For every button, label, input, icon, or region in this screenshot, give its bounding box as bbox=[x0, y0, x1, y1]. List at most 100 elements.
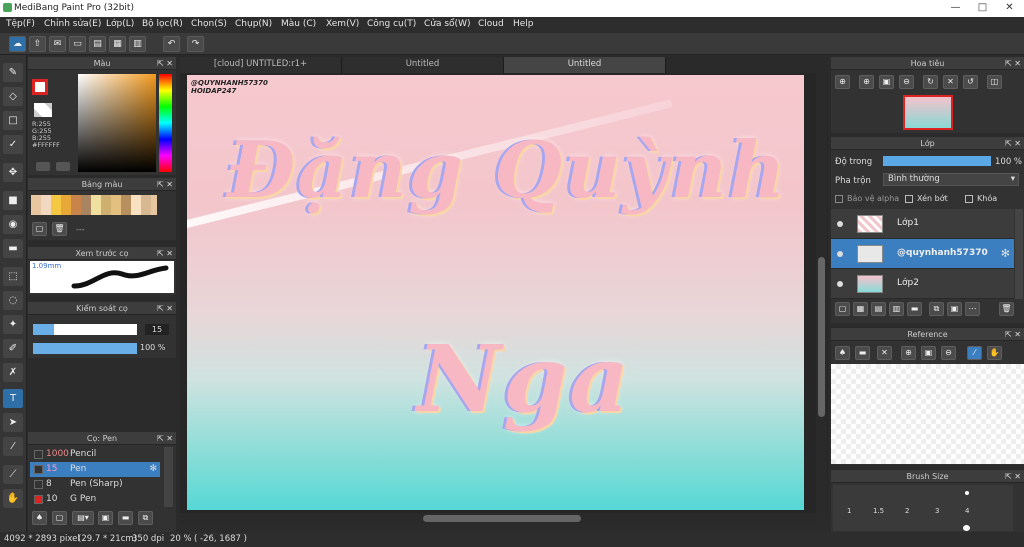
reference-close-icon[interactable]: ✕ bbox=[877, 346, 892, 360]
eyedropper-tool-icon[interactable]: ⁄ bbox=[3, 437, 23, 456]
layer-list-scrollbar[interactable] bbox=[1015, 209, 1023, 299]
brush-size-1[interactable]: 1 bbox=[847, 507, 851, 515]
reference-fit-icon[interactable]: ▣ bbox=[921, 346, 936, 360]
saturation-value-picker[interactable] bbox=[78, 74, 156, 172]
zoom-in-small-icon[interactable]: ⊕ bbox=[859, 75, 874, 89]
rectangle-tool-icon[interactable]: □ bbox=[3, 111, 23, 130]
brush-size-3[interactable]: 3 bbox=[935, 507, 939, 515]
menu-view[interactable]: Xem(V) bbox=[326, 19, 359, 29]
magic-wand-tool-icon[interactable]: ✦ bbox=[3, 315, 23, 334]
undo-icon[interactable]: ↶ bbox=[163, 36, 180, 52]
transparent-swatch[interactable] bbox=[34, 103, 52, 117]
horizontal-scrollbar[interactable] bbox=[180, 513, 816, 524]
menu-cloud[interactable]: Cloud bbox=[478, 19, 504, 29]
vertical-scrollbar[interactable] bbox=[816, 73, 827, 513]
horizontal-scroll-thumb[interactable] bbox=[423, 515, 581, 522]
eye-icon[interactable] bbox=[837, 221, 843, 227]
layer-row[interactable]: @quynhanh57370 ✻ bbox=[831, 239, 1014, 269]
brush-size-grid[interactable]: 1 1.5 2 3 4 bbox=[833, 485, 1013, 531]
reference-zoom-out-icon[interactable]: ⊖ bbox=[941, 346, 956, 360]
reset-icon[interactable]: ✕ bbox=[943, 75, 958, 89]
grid-icon[interactable]: ▥ bbox=[129, 36, 146, 52]
pages-icon[interactable]: ▦ bbox=[109, 36, 126, 52]
panel-controls-icon[interactable]: ⇱ ✕ bbox=[1005, 57, 1021, 70]
reference-canvas[interactable] bbox=[831, 364, 1024, 464]
select-rect-tool-icon[interactable]: ⬚ bbox=[3, 267, 23, 286]
palette-delete-icon[interactable]: 🗑 bbox=[52, 222, 67, 236]
delete-layer-icon[interactable]: 🗑 bbox=[999, 302, 1014, 316]
brush-item-pencil[interactable]: 1000 Pencil bbox=[30, 447, 160, 462]
panel-controls-icon[interactable]: ⇱ ✕ bbox=[157, 302, 173, 315]
menu-filter[interactable]: Bộ lọc(R) bbox=[142, 19, 183, 29]
eraser-tool-icon[interactable]: ◇ bbox=[3, 87, 23, 106]
layer-menu-icon[interactable]: ⋯ bbox=[965, 302, 980, 316]
blend-mode-select[interactable]: Bình thường ▾ bbox=[883, 173, 1019, 186]
merge-layer-icon[interactable]: ▣ bbox=[947, 302, 962, 316]
reference-open-cloud-icon[interactable]: ♠ bbox=[835, 346, 850, 360]
vertical-scroll-thumb[interactable] bbox=[818, 257, 825, 417]
eye-icon[interactable] bbox=[837, 251, 843, 257]
flip-icon[interactable]: ◫ bbox=[987, 75, 1002, 89]
reference-zoom-in-icon[interactable]: ⊕ bbox=[901, 346, 916, 360]
brush-size-4[interactable]: 4 bbox=[965, 507, 969, 515]
cloud-icon[interactable]: ☁ bbox=[9, 36, 26, 52]
bucket-tool-icon[interactable]: ◉ bbox=[3, 215, 23, 234]
panel-controls-icon[interactable]: ⇱ ✕ bbox=[157, 57, 173, 70]
hue-slider[interactable] bbox=[159, 74, 172, 172]
clipping-checkbox[interactable] bbox=[905, 195, 913, 203]
fill-rect-tool-icon[interactable]: ■ bbox=[3, 191, 23, 210]
navigator-thumbnail[interactable] bbox=[903, 95, 953, 130]
lasso-tool-icon[interactable]: ◌ bbox=[3, 291, 23, 310]
text-tool-icon[interactable]: T bbox=[3, 389, 23, 408]
layer-row[interactable]: Lớp1 bbox=[831, 209, 1014, 239]
comment-icon[interactable]: ✉ bbox=[49, 36, 66, 52]
panel-controls-icon[interactable]: ⇱ ✕ bbox=[1005, 137, 1021, 150]
brush-folder-icon[interactable]: ▬ bbox=[118, 511, 133, 525]
menu-layer[interactable]: Lớp(L) bbox=[106, 19, 134, 29]
palette-swatches[interactable] bbox=[31, 195, 157, 215]
brush-list-scrollbar[interactable] bbox=[164, 447, 173, 507]
menu-tools[interactable]: Công cụ(T) bbox=[367, 19, 416, 29]
protect-alpha-checkbox[interactable] bbox=[835, 195, 843, 203]
page-icon[interactable]: ▤ bbox=[89, 36, 106, 52]
maximize-button[interactable]: □ bbox=[969, 0, 996, 17]
panel-controls-icon[interactable]: ⇱ ✕ bbox=[157, 178, 173, 191]
brush-settings-icon[interactable]: ▣ bbox=[98, 511, 113, 525]
minimize-button[interactable]: — bbox=[942, 0, 969, 17]
brush-size-2[interactable]: 2 bbox=[905, 507, 909, 515]
panel-controls-icon[interactable]: ⇱ ✕ bbox=[1005, 328, 1021, 341]
zoom-out-icon[interactable]: ⊖ bbox=[899, 75, 914, 89]
operation-tool-icon[interactable]: ➤ bbox=[3, 413, 23, 432]
drawing-canvas[interactable]: @QUYNHANH57370 HOIDAP247 Đặng Quỳnh Nga bbox=[187, 75, 804, 510]
brush-add-icon[interactable]: ♠ bbox=[32, 511, 47, 525]
brush-size-1-5[interactable]: 1.5 bbox=[873, 507, 884, 515]
brush-new-icon[interactable]: ▢ bbox=[52, 511, 67, 525]
layer-row[interactable]: Lớp2 bbox=[831, 269, 1014, 299]
eye-icon[interactable] bbox=[837, 281, 843, 287]
new-1bit-layer-icon[interactable]: ▥ bbox=[889, 302, 904, 316]
reference-hand-icon[interactable]: ✋ bbox=[987, 346, 1002, 360]
panel-controls-icon[interactable]: ⇱ ✕ bbox=[157, 247, 173, 260]
reference-eyedropper-icon[interactable]: ⁄ bbox=[967, 346, 982, 360]
menu-window[interactable]: Cửa sổ(W) bbox=[424, 19, 470, 29]
panel-controls-icon[interactable]: ⇱ ✕ bbox=[1005, 470, 1021, 483]
zoom-in-icon[interactable]: ⊕ bbox=[835, 75, 850, 89]
select-pen-tool-icon[interactable]: ✐ bbox=[3, 339, 23, 358]
message-icon[interactable]: ▭ bbox=[69, 36, 86, 52]
panel-controls-icon[interactable]: ⇱ ✕ bbox=[157, 432, 173, 445]
color-swap-button[interactable] bbox=[56, 162, 70, 171]
gradient-tool-icon[interactable]: ▬ bbox=[3, 239, 23, 258]
redo-icon[interactable]: ↷ bbox=[187, 36, 204, 52]
new-8bit-layer-icon[interactable]: ▤ bbox=[871, 302, 886, 316]
brush-item-pen[interactable]: 15 Pen ✻ bbox=[30, 462, 160, 477]
brush-copy-icon[interactable]: ⧉ bbox=[138, 511, 153, 525]
lock-checkbox[interactable] bbox=[965, 195, 973, 203]
rotate-icon[interactable]: ↻ bbox=[923, 75, 938, 89]
brush-menu-icon[interactable]: ▤▾ bbox=[72, 511, 94, 525]
color-mode-button[interactable] bbox=[36, 162, 50, 171]
primary-color-swatch[interactable] bbox=[32, 79, 48, 95]
brush-tool-icon[interactable]: ✎ bbox=[3, 63, 23, 82]
pen-select-tool-icon[interactable]: ✓ bbox=[3, 135, 23, 154]
move-tool-icon[interactable]: ✥ bbox=[3, 163, 23, 182]
brush-item-g-pen[interactable]: 10 G Pen bbox=[30, 492, 160, 507]
